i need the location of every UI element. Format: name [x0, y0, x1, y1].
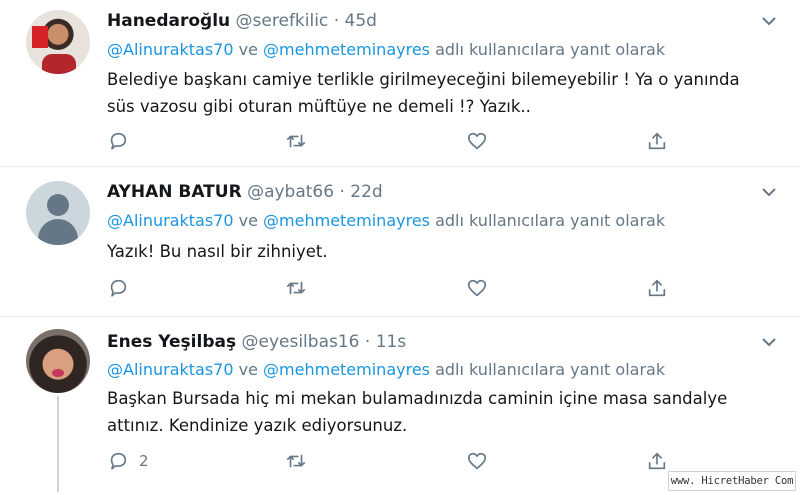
mention-link[interactable]: @Alinuraktas70 [107, 40, 234, 59]
retweet-button[interactable] [285, 275, 307, 301]
timestamp[interactable]: 22d [350, 182, 382, 202]
reply-context: @Alinuraktas70 ve @mehmeteminayres adlı … [107, 211, 665, 230]
mention-link[interactable]: @mehmeteminayres [263, 211, 430, 230]
retweet-icon [286, 454, 306, 468]
reply-button[interactable] [107, 275, 139, 301]
tweet-text-line: süs vazosu gibi oturan müftüye ne demeli… [107, 97, 531, 116]
retweet-icon [286, 134, 306, 148]
watermark: www. HicretHaber Com [668, 471, 796, 491]
tweet-text: Başkan Bursada hiç mi mekan bulamadınızd… [107, 385, 787, 439]
author-handle[interactable]: @serefkilic [236, 11, 329, 31]
tweet[interactable]: AYHAN BATUR @aybat66 · 22d @Alinuraktas7… [0, 167, 800, 317]
tweet-actions [107, 275, 687, 301]
reply-connector: ve [233, 211, 264, 230]
reply-button[interactable] [107, 128, 139, 154]
author-name[interactable]: Hanedaroğlu [107, 11, 230, 31]
mention-link[interactable]: @mehmeteminayres [263, 360, 430, 379]
timestamp[interactable]: 11s [376, 332, 407, 352]
timestamp[interactable]: 45d [345, 11, 377, 31]
caret-down-icon[interactable] [760, 12, 778, 30]
separator-dot: · [364, 332, 371, 352]
share-button[interactable] [646, 275, 668, 301]
share-button[interactable] [646, 448, 668, 474]
reply-connector: ve [233, 40, 264, 59]
author-handle[interactable]: @eyesilbas16 [242, 332, 360, 352]
avatar[interactable] [26, 181, 90, 245]
like-button[interactable] [466, 128, 488, 154]
share-icon [648, 452, 666, 470]
tweet[interactable]: Enes Yeşilbaş @eyesilbas16 · 11s @Alinur… [0, 317, 800, 495]
like-icon [467, 452, 487, 470]
avatar[interactable] [26, 329, 90, 393]
caret-down-icon[interactable] [760, 183, 778, 201]
author-name[interactable]: Enes Yeşilbaş [107, 332, 236, 352]
avatar[interactable] [26, 10, 90, 74]
thread-line [57, 396, 59, 492]
reply-context: @Alinuraktas70 ve @mehmeteminayres adlı … [107, 360, 665, 379]
reply-suffix: adlı kullanıcılara yanıt olarak [430, 360, 666, 379]
like-button[interactable] [466, 448, 488, 474]
tweet[interactable]: Hanedaroğlu @serefkilic · 45d @Alinurakt… [0, 0, 800, 165]
share-icon [648, 279, 666, 297]
reply-icon [110, 452, 127, 470]
tweet-actions [107, 128, 687, 154]
reply-icon [110, 132, 127, 150]
separator-dot: · [333, 11, 340, 31]
tweet-actions: 2 [107, 448, 687, 474]
reply-suffix: adlı kullanıcılara yanıt olarak [430, 40, 666, 59]
tweet-text: Yazık! Bu nasıl bir zihniyet. [107, 238, 787, 265]
tweet-text: Belediye başkanı camiye terlikle girilme… [107, 66, 787, 120]
tweet-text-line: attınız. Kendinize yazık ediyorsunuz. [107, 416, 408, 435]
tweet-header: AYHAN BATUR @aybat66 · 22d [107, 182, 383, 202]
retweet-button[interactable] [285, 128, 307, 154]
tweet-text-line: Başkan Bursada hiç mi mekan bulamadınızd… [107, 389, 728, 408]
reply-button[interactable]: 2 [107, 448, 149, 474]
like-icon [467, 132, 487, 150]
reply-count: 2 [139, 452, 149, 470]
reply-suffix: adlı kullanıcılara yanıt olarak [430, 211, 666, 230]
like-button[interactable] [466, 275, 488, 301]
tweet-text-line: Yazık! Bu nasıl bir zihniyet. [107, 242, 328, 261]
tweet-text-line: Belediye başkanı camiye terlikle girilme… [107, 70, 740, 89]
author-handle[interactable]: @aybat66 [247, 182, 334, 202]
reply-connector: ve [233, 360, 264, 379]
caret-down-icon[interactable] [760, 333, 778, 351]
retweet-icon [286, 281, 306, 295]
mention-link[interactable]: @Alinuraktas70 [107, 360, 234, 379]
share-button[interactable] [646, 128, 668, 154]
tweet-header: Enes Yeşilbaş @eyesilbas16 · 11s [107, 332, 406, 352]
reply-icon [110, 279, 127, 297]
reply-context: @Alinuraktas70 ve @mehmeteminayres adlı … [107, 40, 665, 59]
separator-dot: · [339, 182, 345, 202]
author-name[interactable]: AYHAN BATUR [107, 182, 242, 202]
mention-link[interactable]: @mehmeteminayres [263, 40, 430, 59]
mention-link[interactable]: @Alinuraktas70 [107, 211, 234, 230]
tweet-header: Hanedaroğlu @serefkilic · 45d [107, 11, 377, 31]
retweet-button[interactable] [285, 448, 307, 474]
like-icon [467, 279, 487, 297]
share-icon [648, 132, 666, 150]
